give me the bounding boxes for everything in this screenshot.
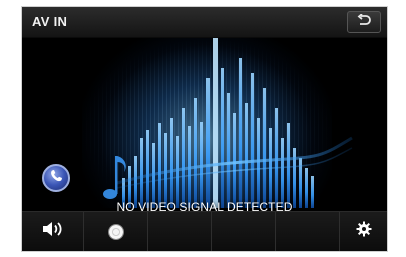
video-area [22,38,387,208]
gear-icon [356,221,372,242]
toolbar-slot-3[interactable] [148,212,212,251]
settings-button[interactable] [340,212,387,251]
phone-button[interactable] [42,164,70,192]
toolbar-slot-4[interactable] [212,212,276,251]
title-bar: AV IN [22,7,387,38]
phone-icon [49,169,63,188]
equalizer-bars [122,38,314,208]
back-button[interactable] [347,11,381,33]
disc-icon [108,224,123,239]
volume-button[interactable] [22,212,84,251]
bottom-toolbar [22,211,387,251]
toolbar-slot-5[interactable] [276,212,340,251]
screen-title: AV IN [32,14,68,29]
back-arrow-icon [357,13,371,31]
speaker-volume-icon [42,221,64,242]
head-unit-screen: AV IN NO VIDEO SIGNAL DETECTED [22,7,387,251]
source-button[interactable] [84,212,148,251]
music-equalizer-graphic [103,38,353,208]
